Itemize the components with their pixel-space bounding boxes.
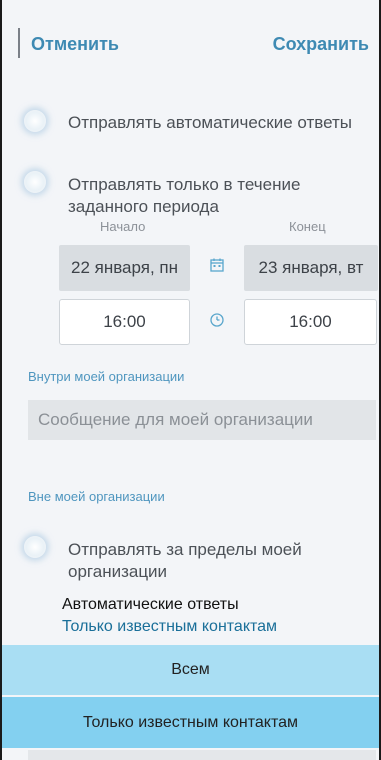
header: Отменить Сохранить	[0, 0, 381, 90]
start-date-value: 22 января, пн	[70, 258, 179, 277]
dropdown-selected-value[interactable]: Только известным контактам	[62, 618, 277, 636]
external-section-title: Вне моей организации	[28, 489, 165, 504]
header-divider	[18, 28, 20, 58]
save-button[interactable]: Сохранить	[273, 34, 369, 55]
calendar-icon	[210, 258, 224, 276]
start-date-field[interactable]: 22 января, пн	[59, 245, 190, 291]
end-date-field[interactable]: 23 января, вт	[244, 245, 378, 291]
start-time-value: 16:00	[103, 312, 146, 331]
clock-icon	[210, 313, 224, 331]
auto-reply-label: Отправлять автоматические ответы	[68, 113, 352, 132]
start-label: Начало	[100, 219, 146, 234]
start-time-field[interactable]: 16:00	[59, 299, 190, 345]
end-date-value: 23 января, вт	[258, 258, 364, 277]
period-only-label: Отправлять только в течение заданного пе…	[68, 175, 301, 216]
dropdown-option-known-contacts[interactable]: Только известным контактам	[2, 697, 379, 748]
end-time-value: 16:00	[289, 312, 332, 331]
cancel-button[interactable]: Отменить	[31, 34, 119, 55]
auto-reply-radio[interactable]	[24, 110, 46, 132]
internal-message-input[interactable]	[28, 400, 376, 440]
bottom-field	[28, 750, 376, 760]
send-outside-radio[interactable]	[24, 536, 46, 558]
dropdown-option-all-label: Всем	[171, 661, 210, 678]
period-only-radio[interactable]	[24, 171, 46, 193]
end-time-field[interactable]: 16:00	[244, 299, 377, 345]
end-label: Конец	[289, 219, 326, 234]
dropdown-title: Автоматические ответы	[62, 596, 239, 613]
internal-section-title: Внутри моей организации	[28, 369, 185, 384]
dropdown-option-known-contacts-label: Только известным контактам	[82, 713, 299, 731]
send-outside-label: Отправлять за пределы моей организации	[68, 540, 302, 581]
dropdown-option-all[interactable]: Всем	[2, 645, 379, 695]
